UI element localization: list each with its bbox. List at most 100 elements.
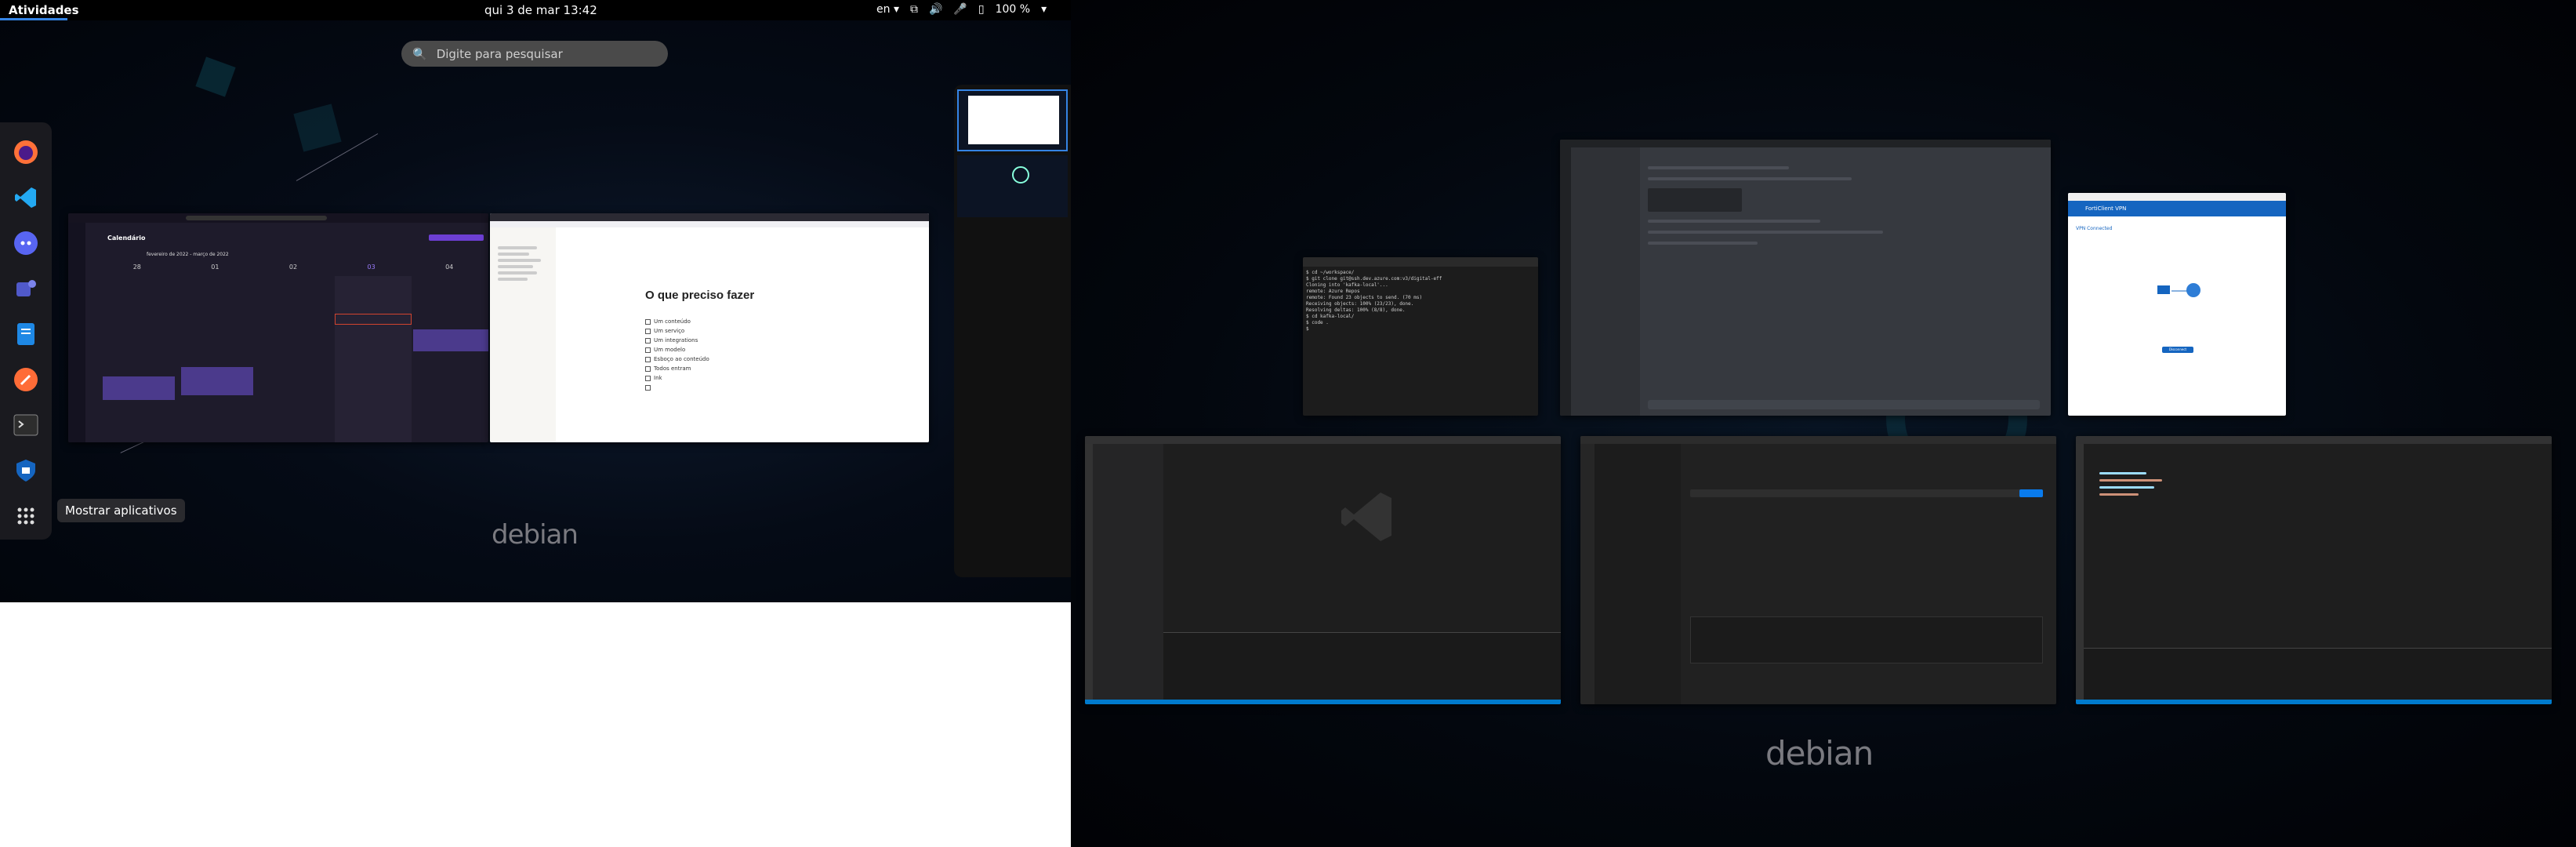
calendar-days-header: 28 01 02 03 04: [98, 264, 488, 271]
background-shape: [293, 104, 342, 152]
right-monitor: $ cd ~/workspace/ $ git clone git@ssh.de…: [1071, 0, 2576, 847]
forticlient-icon[interactable]: [9, 452, 43, 489]
explorer-panel: [1093, 444, 1163, 700]
network-icon: ⧉: [909, 3, 918, 16]
terminal-icon[interactable]: [9, 406, 43, 444]
day-label: 04: [445, 264, 454, 271]
checklist-item[interactable]: Um integrations: [645, 336, 709, 345]
activities-button[interactable]: Atividades: [9, 3, 79, 17]
discord-messages: [1648, 158, 2040, 394]
postman-sidebar-icons: [1580, 444, 1595, 704]
discord-icon[interactable]: [9, 224, 43, 262]
new-meeting-button[interactable]: [429, 234, 484, 241]
search-placeholder: Digite para pesquisar: [436, 46, 563, 61]
terminal-panel: [1163, 632, 1561, 700]
response-panel: [1690, 616, 2043, 663]
vpn-status: VPN Connected: [2076, 226, 2113, 231]
battery-icon: ▯: [978, 3, 985, 16]
chevron-down-icon: ▾: [1041, 3, 1047, 16]
checklist-item[interactable]: Um serviço: [645, 326, 709, 336]
calendar-event[interactable]: [413, 329, 488, 351]
top-bar: Atividades qui 3 de mar 13:42 en ▾ ⧉ 🔊 🎤…: [0, 0, 1071, 20]
calendar-title: Calendário: [107, 234, 146, 242]
volume-icon: 🔊: [928, 3, 943, 16]
clock[interactable]: qui 3 de mar 13:42: [484, 3, 597, 17]
language-indicator[interactable]: en ▾: [876, 3, 899, 16]
dash: [0, 122, 52, 540]
vscode-watermark: [1340, 489, 1395, 547]
checklist-item[interactable]: Um conteúdo: [645, 317, 709, 326]
discord-channel-list: [1571, 147, 1640, 416]
window-titlebar: [1580, 436, 2056, 444]
browser-tabs: [490, 213, 929, 221]
forticlient-window[interactable]: FortiClient VPN VPN Connected Disconnect: [2068, 193, 2286, 416]
window-titlebar: [2076, 436, 2552, 444]
teams-icon[interactable]: [9, 270, 43, 307]
empty-area: [0, 602, 1071, 847]
current-time-slot: [335, 314, 412, 325]
notes-icon[interactable]: [9, 315, 43, 353]
debian-logo: debian: [492, 519, 579, 551]
activity-bar: [2076, 444, 2084, 700]
debian-logo: debian: [1765, 734, 1874, 772]
vscode-icon[interactable]: [9, 179, 43, 216]
background-shape: [195, 56, 236, 97]
terminal-output: $ cd ~/workspace/ $ git clone git@ssh.de…: [1306, 270, 1442, 332]
notes-browser-window[interactable]: O que preciso fazer Um conteúdo Um servi…: [490, 213, 929, 442]
terminal-panel: [2084, 648, 2552, 700]
checklist-item[interactable]: Ink: [645, 373, 709, 383]
search-input[interactable]: 🔍 Digite para pesquisar: [401, 41, 668, 67]
window-titlebar: [1560, 140, 2051, 147]
checklist-item[interactable]: Todos entram: [645, 364, 709, 373]
discord-window[interactable]: [1560, 140, 2051, 416]
today-column: [335, 276, 412, 442]
status-bar: [1085, 700, 1561, 704]
vscode-window-1[interactable]: [1085, 436, 1561, 704]
window-titlebar: [1085, 436, 1561, 444]
firefox-icon[interactable]: [9, 133, 43, 171]
vscode-window-2[interactable]: [2076, 436, 2552, 704]
calendar-search[interactable]: [186, 216, 327, 220]
postman-icon[interactable]: [9, 361, 43, 398]
vpn-network-illustration: [2154, 281, 2201, 301]
workspace-thumbnail-1[interactable]: [957, 89, 1068, 151]
search-icon: 🔍: [412, 46, 427, 61]
calendar-range: fevereiro de 2022 - março de 2022: [147, 252, 229, 257]
editor-code: [2099, 467, 2178, 530]
battery-label: 100 %: [995, 3, 1031, 16]
vpn-header: FortiClient VPN: [2068, 201, 2286, 216]
checklist-item[interactable]: Esboço ao conteúdo: [645, 354, 709, 364]
day-label: 28: [132, 264, 141, 271]
window-titlebar: [1303, 257, 1538, 267]
workspace-switcher: [954, 85, 1071, 577]
window-titlebar: [2068, 193, 2286, 201]
discord-server-list: [1560, 147, 1571, 416]
day-label: 01: [211, 264, 220, 271]
show-apps-tooltip: Mostrar aplicativos: [57, 499, 185, 522]
checklist-item[interactable]: Um modelo: [645, 345, 709, 354]
workspace-window-preview: [968, 96, 1059, 144]
system-tray[interactable]: en ▾ ⧉ 🔊 🎤 ▯ 100 % ▾: [876, 3, 1047, 16]
terminal-window[interactable]: $ cd ~/workspace/ $ git clone git@ssh.de…: [1303, 257, 1538, 416]
activities-indicator: [0, 18, 67, 20]
request-url-bar[interactable]: [1690, 489, 2043, 497]
day-label: 03: [367, 264, 376, 271]
postman-window[interactable]: [1580, 436, 2056, 704]
calendar-window[interactable]: Calendário fevereiro de 2022 - março de …: [68, 213, 488, 442]
calendar-event[interactable]: [181, 367, 253, 395]
calendar-sidebar: [68, 223, 85, 442]
left-monitor: Atividades qui 3 de mar 13:42 en ▾ ⧉ 🔊 🎤…: [0, 0, 1071, 602]
checklist-item[interactable]: [645, 383, 709, 392]
postman-collections: [1595, 444, 1681, 704]
workspace-window-preview: [1012, 166, 1029, 184]
send-button[interactable]: [2019, 489, 2043, 497]
discord-message-input[interactable]: [1648, 400, 2040, 409]
day-label: 02: [288, 264, 298, 271]
notes-sidebar-list: [498, 243, 545, 400]
status-bar: [2076, 700, 2552, 704]
notes-checklist: Um conteúdo Um serviço Um integrations U…: [645, 317, 709, 392]
show-apps-icon[interactable]: [9, 497, 43, 535]
vpn-disconnect-button[interactable]: Disconnect: [2162, 347, 2193, 353]
calendar-event[interactable]: [103, 376, 175, 400]
workspace-thumbnail-2[interactable]: [957, 155, 1068, 217]
